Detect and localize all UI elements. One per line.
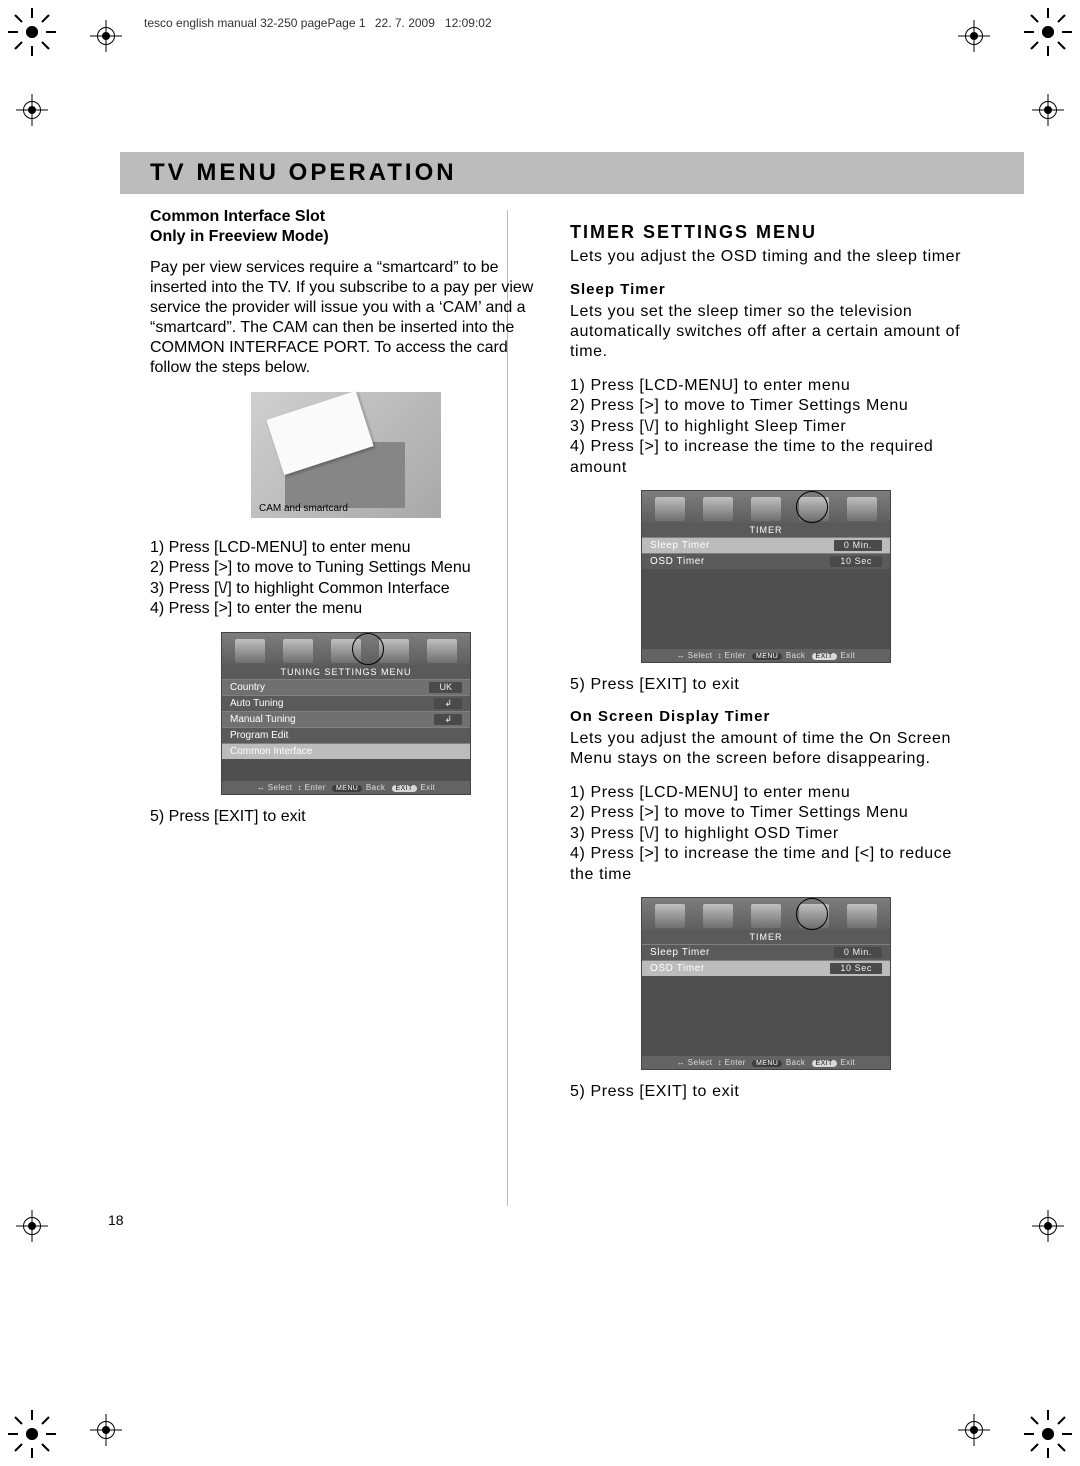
menu-title: TUNING SETTINGS MENU: [222, 665, 470, 679]
menu-row-value: ↲: [434, 714, 462, 725]
cam-caption: CAM and smartcard: [259, 503, 348, 514]
osd-timer-heading: On Screen Display Timer: [570, 708, 962, 725]
menu-row-label: OSD Timer: [650, 963, 705, 974]
registration-mark-icon: [958, 20, 990, 52]
menu-row-value: ↲: [434, 698, 462, 709]
menu-row-label: Program Edit: [230, 730, 288, 741]
meta-date: 22. 7. 2009: [375, 16, 435, 30]
timer-heading: TIMER SETTINGS MENU: [570, 222, 962, 243]
timer-intro: Lets you adjust the OSD timing and the s…: [570, 247, 962, 267]
registration-mark-icon: [1032, 1210, 1064, 1242]
menu-row-value: 0 Min.: [834, 540, 882, 551]
menu-row-value: 10 Sec: [830, 963, 882, 974]
section-title: Common Interface Slot: [150, 208, 542, 226]
highlight-circle-icon: [796, 898, 828, 930]
timer-menu-screenshot: TIMER Sleep Timer0 Min. OSD Timer10 Sec …: [641, 897, 891, 1070]
menu-row-label: Manual Tuning: [230, 714, 296, 725]
registration-mark-icon: [16, 1210, 48, 1242]
menu-title: TIMER: [642, 930, 890, 944]
menu-title: TIMER: [642, 523, 890, 537]
registration-mark-icon: [958, 1414, 990, 1446]
paragraph: Lets you adjust the amount of time the O…: [570, 729, 962, 769]
section-subtitle: Only in Freeview Mode): [150, 228, 542, 246]
step-list: 1) Press [LCD-MENU] to enter menu 2) Pre…: [150, 538, 542, 620]
step-list: 1) Press [LCD-MENU] to enter menu 2) Pre…: [570, 376, 962, 478]
menu-row-value: 0 Min.: [834, 947, 882, 958]
page-title: TV MENU OPERATION: [120, 152, 1024, 194]
menu-row-label: Auto Tuning: [230, 698, 283, 709]
sleep-timer-heading: Sleep Timer: [570, 281, 962, 298]
menu-row-value: UK: [429, 682, 462, 693]
meta-time: 12:09:02: [445, 16, 492, 30]
step-5: 5) Press [EXIT] to exit: [570, 1082, 962, 1102]
registration-mark-icon: [8, 8, 56, 56]
step-5: 5) Press [EXIT] to exit: [570, 675, 962, 695]
paragraph: Pay per view services require a “smartca…: [150, 258, 542, 378]
tuning-menu-screenshot: TUNING SETTINGS MENU Country UK Auto Tuni…: [221, 632, 471, 795]
paragraph: Lets you set the sleep timer so the tele…: [570, 302, 962, 362]
registration-mark-icon: [1032, 94, 1064, 126]
meta-file: tesco english manual 32-250 pagePage 1: [144, 16, 366, 30]
column-right: TIMER SETTINGS MENU Lets you adjust the …: [570, 208, 962, 1256]
registration-mark-icon: [16, 94, 48, 126]
menu-row-label: OSD Timer: [650, 556, 705, 567]
menu-row-label: Sleep Timer: [650, 947, 710, 958]
registration-mark-icon: [8, 1410, 56, 1458]
cam-illustration: CAM and smartcard: [251, 392, 441, 518]
registration-mark-icon: [90, 1414, 122, 1446]
menu-row-label: Sleep Timer: [650, 540, 710, 551]
column-left: Common Interface Slot Only in Freeview M…: [150, 208, 542, 1256]
registration-mark-icon: [1024, 8, 1072, 56]
highlight-circle-icon: [352, 633, 384, 665]
menu-row-value: 10 Sec: [830, 556, 882, 567]
menu-row-label: Common Interface: [230, 746, 312, 757]
menu-row-label: Country: [230, 682, 265, 693]
step-5: 5) Press [EXIT] to exit: [150, 807, 542, 827]
registration-mark-icon: [1024, 1410, 1072, 1458]
timer-menu-screenshot: TIMER Sleep Timer0 Min. OSD Timer10 Sec …: [641, 490, 891, 663]
step-list: 1) Press [LCD-MENU] to enter menu 2) Pre…: [570, 783, 962, 885]
page-number: 18: [108, 1212, 124, 1228]
print-meta: tesco english manual 32-250 pagePage 1 2…: [144, 16, 492, 30]
registration-mark-icon: [90, 20, 122, 52]
